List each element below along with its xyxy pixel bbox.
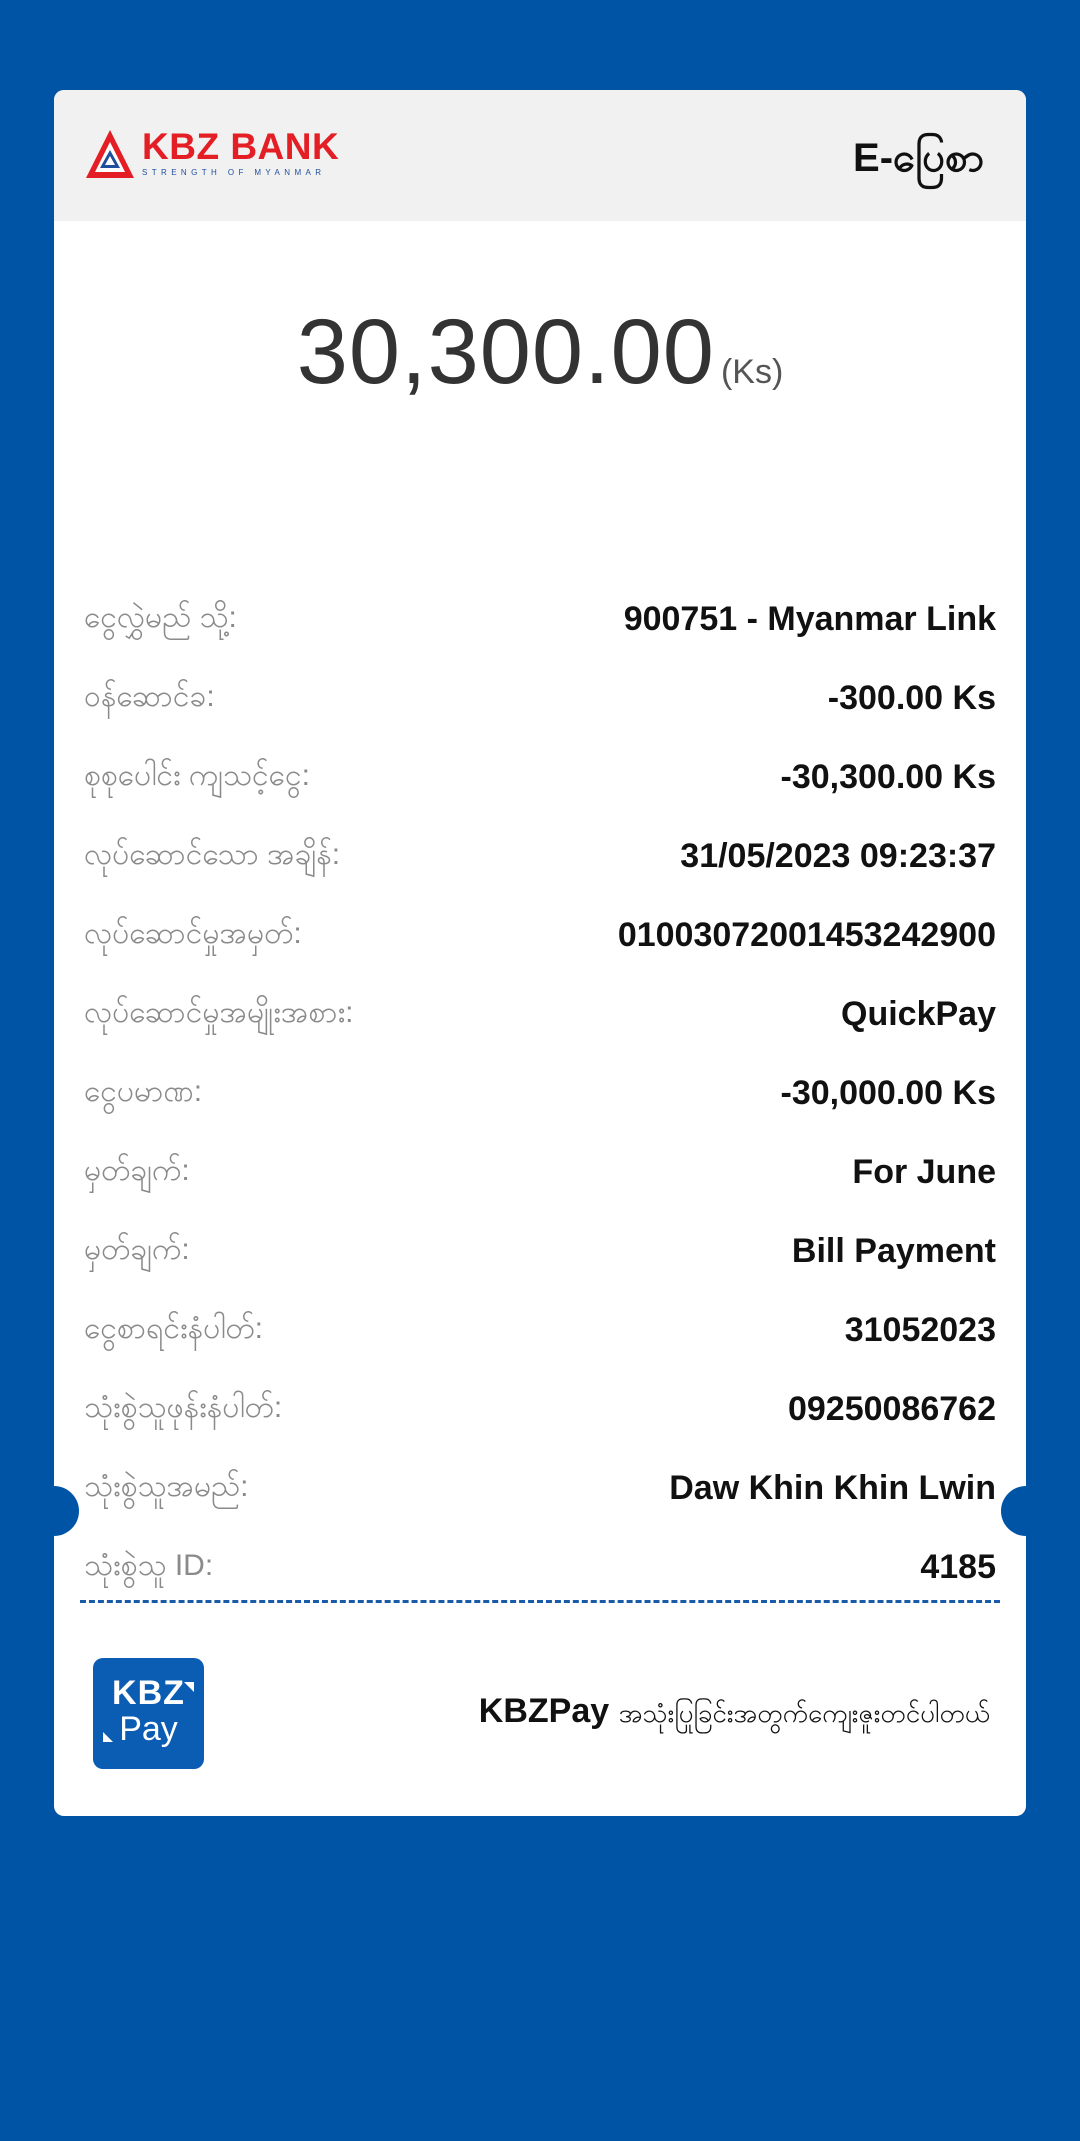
row-label: လုပ်ဆောင်သော အချိန်: <box>84 838 341 871</box>
detail-row-transfer-to: ငွေလွှဲမည် သို့: 900751 - Myanmar Link <box>84 580 996 659</box>
row-label: လုပ်ဆောင်မှုအမှတ်: <box>84 917 302 950</box>
detail-row-service-fee: ဝန်ဆောင်ခ: -300.00 Ks <box>84 659 996 738</box>
detail-row-amount: ငွေပမာဏ: -30,000.00 Ks <box>84 1054 996 1133</box>
amount-unit: (Ks) <box>720 353 784 391</box>
detail-row-transaction-type: လုပ်ဆောင်မှုအမျိုးအစား: QuickPay <box>84 975 996 1054</box>
row-value: QuickPay <box>841 995 996 1033</box>
dashed-divider <box>80 1600 1000 1603</box>
logo-tagline: STRENGTH OF MYANMAR <box>142 168 326 177</box>
row-label: မှတ်ချက်: <box>84 1154 190 1187</box>
corner-mark-icon <box>184 1682 194 1692</box>
kbz-bank-logo: KBZ BANK STRENGTH OF MYANMAR <box>84 128 339 180</box>
row-label: ငွေပမာဏ: <box>84 1075 203 1108</box>
kbzpay-logo: KBZ Pay <box>93 1658 204 1769</box>
row-label: ငွေစာရင်းနံပါတ်: <box>84 1312 263 1345</box>
receipt-card: KBZ BANK STRENGTH OF MYANMAR E-ပြေစာ 30,… <box>54 90 1026 1816</box>
detail-row-user-phone: သုံးစွဲသူဖုန်းနံပါတ်: 09250086762 <box>84 1370 996 1449</box>
receipt-header: KBZ BANK STRENGTH OF MYANMAR E-ပြေစာ <box>54 90 1026 221</box>
row-value: 900751 - Myanmar Link <box>623 600 996 638</box>
corner-mark-icon <box>103 1732 113 1742</box>
row-label: လုပ်ဆောင်မှုအမျိုးအစား: <box>84 996 354 1029</box>
kbzpay-logo-bottom: Pay <box>119 1710 178 1748</box>
row-value: 31/05/2023 09:23:37 <box>680 837 996 875</box>
detail-row-note-2: မှတ်ချက်: Bill Payment <box>84 1212 996 1291</box>
detail-list: ငွေလွှဲမည် သို့: 900751 - Myanmar Link ဝ… <box>84 580 996 1607</box>
row-value: 31052023 <box>844 1311 996 1349</box>
row-label: သုံးစွဲသူ ID: <box>84 1549 214 1582</box>
row-value: Daw Khin Khin Lwin <box>669 1469 996 1507</box>
detail-row-user-id: သုံးစွဲသူ ID: 4185 <box>84 1528 996 1607</box>
footer-brand: KBZPay <box>478 1692 610 1730</box>
detail-row-time: လုပ်ဆောင်သော အချိန်: 31/05/2023 09:23:37 <box>84 817 996 896</box>
row-label: ဝန်ဆောင်ခ: <box>84 680 215 713</box>
row-label: သုံးစွဲသူအမည်: <box>84 1470 249 1503</box>
row-value: -30,300.00 Ks <box>780 758 997 796</box>
row-value: 4185 <box>920 1548 996 1586</box>
row-label: စုစုပေါင်း ကျသင့်ငွေ: <box>84 759 310 792</box>
ticket-notch-left <box>29 1486 79 1536</box>
row-value: -300.00 Ks <box>827 679 996 717</box>
row-value: -30,000.00 Ks <box>780 1074 997 1112</box>
page-title: E-ပြေစာ <box>853 136 984 180</box>
row-value: 01003072001453242900 <box>617 916 996 954</box>
total-amount: 30,300.00 (Ks) <box>54 300 1026 405</box>
row-label: ငွေလွှဲမည် သို့: <box>84 601 237 634</box>
logo-name: KBZ BANK <box>142 126 340 167</box>
amount-value: 30,300.00 <box>296 301 715 403</box>
kbz-triangle-icon <box>86 130 134 178</box>
kbzpay-logo-top: KBZ <box>112 1674 185 1712</box>
detail-row-transaction-id: လုပ်ဆောင်မှုအမှတ်: 01003072001453242900 <box>84 896 996 975</box>
row-value: For June <box>852 1153 996 1191</box>
ticket-notch-right <box>1001 1486 1051 1536</box>
receipt-footer: KBZ Pay KBZPay အသုံးပြုခြင်းအတွက်ကျေးဇူး… <box>54 1658 1026 1778</box>
detail-row-user-name: သုံးစွဲသူအမည်: Daw Khin Khin Lwin <box>84 1449 996 1528</box>
footer-message: အသုံးပြုခြင်းအတွက်ကျေးဇူးတင်ပါတယ် <box>618 1698 990 1728</box>
row-label: သုံးစွဲသူဖုန်းနံပါတ်: <box>84 1391 283 1424</box>
detail-row-note-1: မှတ်ချက်: For June <box>84 1133 996 1212</box>
detail-row-account-number: ငွေစာရင်းနံပါတ်: 31052023 <box>84 1291 996 1370</box>
row-label: မှတ်ချက်: <box>84 1233 190 1266</box>
row-value: Bill Payment <box>791 1232 996 1270</box>
detail-row-total: စုစုပေါင်း ကျသင့်ငွေ: -30,300.00 Ks <box>84 738 996 817</box>
thank-you-message: KBZPay အသုံးပြုခြင်းအတွက်ကျေးဇူးတင်ပါတယ် <box>479 1692 990 1735</box>
row-value: 09250086762 <box>787 1390 996 1428</box>
